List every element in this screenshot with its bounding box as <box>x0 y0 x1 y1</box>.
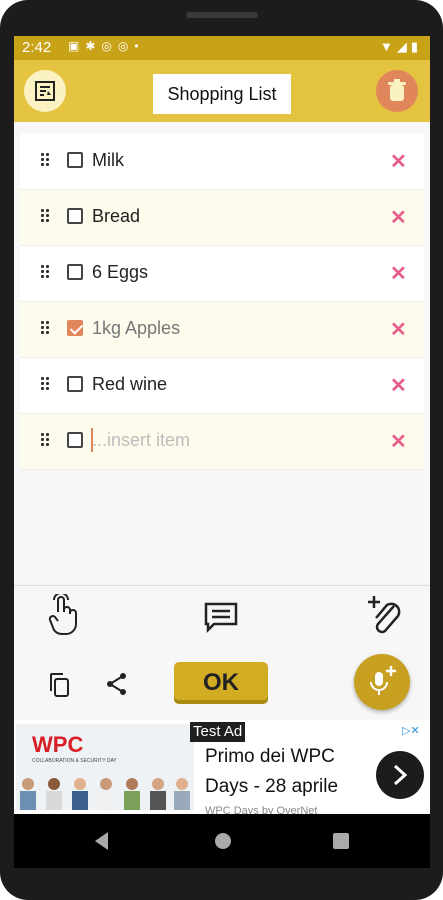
home-icon[interactable] <box>213 831 233 851</box>
system-icons: ▼◢▮ <box>380 39 422 55</box>
recents-icon[interactable] <box>332 832 350 850</box>
delete-item-icon[interactable]: ✕ <box>390 205 407 230</box>
settings-notification-icon: ✱ <box>85 39 102 53</box>
image-notification-icon: ▣ <box>68 39 86 53</box>
app-notification-icon-2: ◎ <box>117 39 135 53</box>
sort-list-icon <box>35 81 55 101</box>
item-checkbox[interactable] <box>67 264 83 280</box>
drag-handle-icon[interactable] <box>41 209 51 225</box>
drag-handle-icon[interactable] <box>41 265 51 281</box>
delete-item-icon[interactable]: ✕ <box>390 429 407 454</box>
delete-item-icon[interactable]: ✕ <box>390 317 407 342</box>
phone-frame: 2:42 ▣✱◎◎• ▼◢▮ Shopping List Milk ✕ Brea… <box>0 0 443 900</box>
drag-handle-icon[interactable] <box>41 377 51 393</box>
sort-list-button[interactable] <box>24 70 66 112</box>
page-title: Shopping List <box>153 74 291 114</box>
app-notification-icon: ◎ <box>101 39 118 53</box>
delete-list-button[interactable] <box>376 70 418 112</box>
dot-icon: • <box>134 39 145 53</box>
ad-image: WPC COLLABORATION & SECURITY DAY <box>16 724 194 810</box>
status-bar: 2:42 ▣✱◎◎• ▼◢▮ <box>14 36 430 60</box>
list-item: Bread ✕ <box>20 190 424 246</box>
list-item: Red wine ✕ <box>20 358 424 414</box>
new-item-input[interactable]: ...insert item <box>92 430 190 451</box>
item-label[interactable]: 6 Eggs <box>92 262 148 283</box>
delete-item-icon[interactable]: ✕ <box>390 261 407 286</box>
item-checkbox[interactable] <box>67 376 83 392</box>
notification-icons: ▣✱◎◎• <box>68 39 145 53</box>
battery-icon: ▮ <box>410 39 422 54</box>
trash-icon <box>388 79 406 101</box>
test-ad-badge: Test Ad <box>190 722 246 742</box>
item-checkbox-checked[interactable] <box>67 320 83 336</box>
drag-handle-icon[interactable] <box>41 153 51 169</box>
share-icon[interactable] <box>106 672 128 696</box>
ad-banner[interactable]: WPC COLLABORATION & SECURITY DAY Test Ad… <box>14 720 430 817</box>
ad-brand-subtitle: COLLABORATION & SECURITY DAY <box>32 758 117 764</box>
signal-icon: ◢ <box>396 39 411 54</box>
list-item: 6 Eggs ✕ <box>20 246 424 302</box>
mic-add-icon <box>370 666 396 695</box>
back-icon[interactable] <box>92 830 112 852</box>
copy-icon[interactable] <box>48 672 70 698</box>
wifi-icon: ▼ <box>379 39 397 54</box>
item-label[interactable]: Bread <box>92 206 140 227</box>
app-bar: Shopping List <box>14 60 430 122</box>
item-checkbox[interactable] <box>67 152 83 168</box>
attachment-add-icon[interactable] <box>366 594 402 634</box>
speaker-grille <box>186 12 258 18</box>
list-item: 1kg Apples ✕ <box>20 302 424 358</box>
ad-headline[interactable]: Primo dei WPC Days - 28 aprile <box>205 742 375 802</box>
delete-item-icon[interactable]: ✕ <box>390 149 407 174</box>
drag-handle-icon[interactable] <box>41 433 51 449</box>
list-item: Milk ✕ <box>20 134 424 190</box>
item-label[interactable]: Milk <box>92 150 124 171</box>
voice-input-button[interactable] <box>354 654 410 710</box>
app-screen: 2:42 ▣✱◎◎• ▼◢▮ Shopping List Milk ✕ Brea… <box>14 36 430 868</box>
shopping-list: Milk ✕ Bread ✕ 6 Eggs ✕ 1kg Apples ✕ Red… <box>20 134 424 470</box>
item-checkbox[interactable] <box>67 432 83 448</box>
drag-handle-icon[interactable] <box>41 321 51 337</box>
ok-button[interactable]: OK <box>174 662 268 704</box>
ad-brand-logo: WPC <box>32 732 84 757</box>
system-nav-bar <box>14 814 430 868</box>
delete-item-icon[interactable]: ✕ <box>390 373 407 398</box>
message-icon[interactable] <box>204 602 238 634</box>
people-photo-icon <box>20 778 190 810</box>
ad-choices-icon[interactable]: ▷✕ <box>402 724 420 737</box>
new-item-row: ...insert item ✕ <box>20 414 424 470</box>
item-label[interactable]: 1kg Apples <box>92 318 180 339</box>
item-label[interactable]: Red wine <box>92 374 167 395</box>
item-checkbox[interactable] <box>67 208 83 224</box>
status-time: 2:42 <box>22 39 52 56</box>
chevron-right-icon <box>393 764 408 786</box>
ad-open-button[interactable] <box>376 751 424 799</box>
touch-gesture-icon[interactable] <box>48 594 78 636</box>
